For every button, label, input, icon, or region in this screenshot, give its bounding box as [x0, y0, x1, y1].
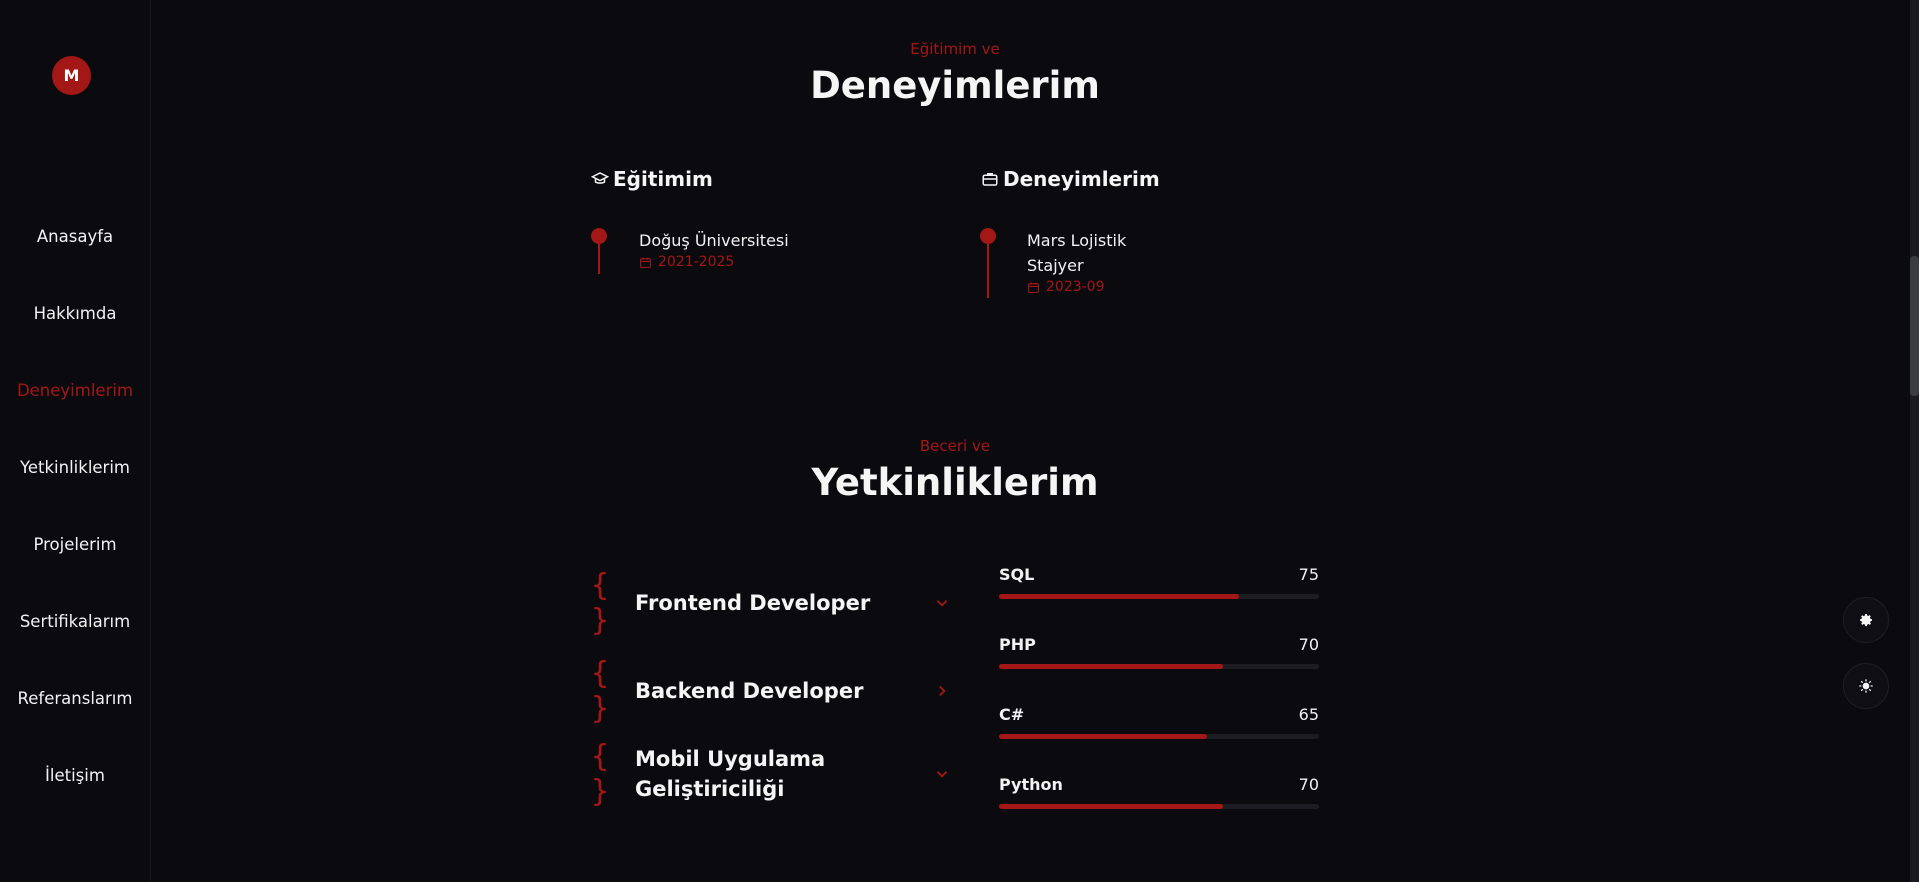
- skill-fill: [999, 664, 1223, 669]
- skill-name: C#: [999, 705, 1025, 724]
- skill-name: SQL: [999, 565, 1035, 584]
- nav-item-projelerim[interactable]: Projelerim: [0, 525, 150, 602]
- nav-item-hakkimda[interactable]: Hakkımda: [0, 294, 150, 371]
- skills-subtitle: Beceri ve: [919, 437, 991, 455]
- skill-track: [999, 734, 1319, 739]
- scrollbar[interactable]: [1910, 0, 1919, 882]
- calendar-icon: [640, 257, 651, 268]
- gear-icon: [1860, 614, 1872, 627]
- sidebar-nav: Anasayfa Hakkımda Deneyimlerim Yetkinlik…: [0, 217, 150, 833]
- skill-value: 70: [1298, 775, 1319, 794]
- skill-fill: [999, 594, 1239, 599]
- nav-item-referanslarim[interactable]: Referanslarım: [0, 679, 150, 756]
- skill-value: 65: [1298, 705, 1319, 724]
- skill-category-label: Mobil Uygulama Geliştiriciliği: [635, 747, 826, 801]
- skill-fill: [999, 734, 1207, 739]
- experience-subtitle: Eğitimim ve: [910, 40, 1000, 58]
- chevron-down-icon[interactable]: [933, 765, 951, 783]
- calendar-icon: [1028, 282, 1039, 293]
- education-school: Doğuş Üniversitesi: [639, 231, 789, 250]
- skill-category-label: Backend Developer: [635, 679, 864, 703]
- briefcase-icon: [982, 173, 998, 186]
- nav-item-sertifikalarim[interactable]: Sertifikalarım: [0, 602, 150, 679]
- sun-icon: [1859, 679, 1873, 693]
- chevron-down-icon[interactable]: [933, 594, 951, 612]
- skills-title: Yetkinliklerim: [811, 461, 1099, 504]
- skill-bar-csharp: C# 65: [999, 705, 1319, 739]
- education-timeline-line: [598, 240, 600, 274]
- work-timeline-line: [987, 240, 989, 298]
- skill-name: PHP: [999, 635, 1036, 654]
- nav-item-iletisim[interactable]: İletişim: [0, 756, 150, 833]
- education-heading: Eğitimim: [591, 167, 713, 191]
- skill-category-frontend[interactable]: { } Frontend Developer: [591, 568, 951, 638]
- code-braces-icon: { }: [591, 656, 609, 726]
- education-date: 2021-2025: [639, 254, 734, 270]
- skill-track: [999, 594, 1319, 599]
- theme-toggle-button[interactable]: [1843, 663, 1889, 709]
- skill-bar-php: PHP 70: [999, 635, 1319, 669]
- skill-category-mobile[interactable]: { } Mobil Uygulama Geliştiriciliği: [591, 739, 951, 809]
- work-heading-label: Deneyimlerim: [1003, 167, 1160, 191]
- work-role: Stajyer: [1027, 256, 1084, 275]
- skill-value: 75: [1298, 565, 1319, 584]
- nav-item-anasayfa[interactable]: Anasayfa: [0, 217, 150, 294]
- work-date-text: 2023-09: [1046, 279, 1105, 295]
- skill-category-backend[interactable]: { } Backend Developer: [591, 656, 951, 726]
- code-braces-icon: { }: [591, 739, 609, 809]
- skill-track: [999, 804, 1319, 809]
- work-company: Mars Lojistik: [1027, 231, 1127, 250]
- code-braces-icon: { }: [591, 568, 609, 638]
- settings-button[interactable]: [1843, 597, 1889, 643]
- skill-bar-python: Python 70: [999, 775, 1319, 809]
- education-heading-label: Eğitimim: [613, 167, 713, 191]
- skill-name: Python: [999, 775, 1063, 794]
- skill-value: 70: [1298, 635, 1319, 654]
- scrollbar-thumb[interactable]: [1910, 256, 1919, 396]
- chevron-right-icon[interactable]: [933, 682, 951, 700]
- skill-bar-sql: SQL 75: [999, 565, 1319, 599]
- work-date: 2023-09: [1027, 279, 1105, 295]
- experience-title: Deneyimlerim: [810, 64, 1100, 107]
- education-date-text: 2021-2025: [658, 254, 735, 270]
- skill-category-label: Frontend Developer: [635, 591, 871, 615]
- skill-fill: [999, 804, 1223, 809]
- skill-track: [999, 664, 1319, 669]
- work-heading: Deneyimlerim: [981, 167, 1160, 191]
- graduation-cap-icon: [591, 172, 609, 184]
